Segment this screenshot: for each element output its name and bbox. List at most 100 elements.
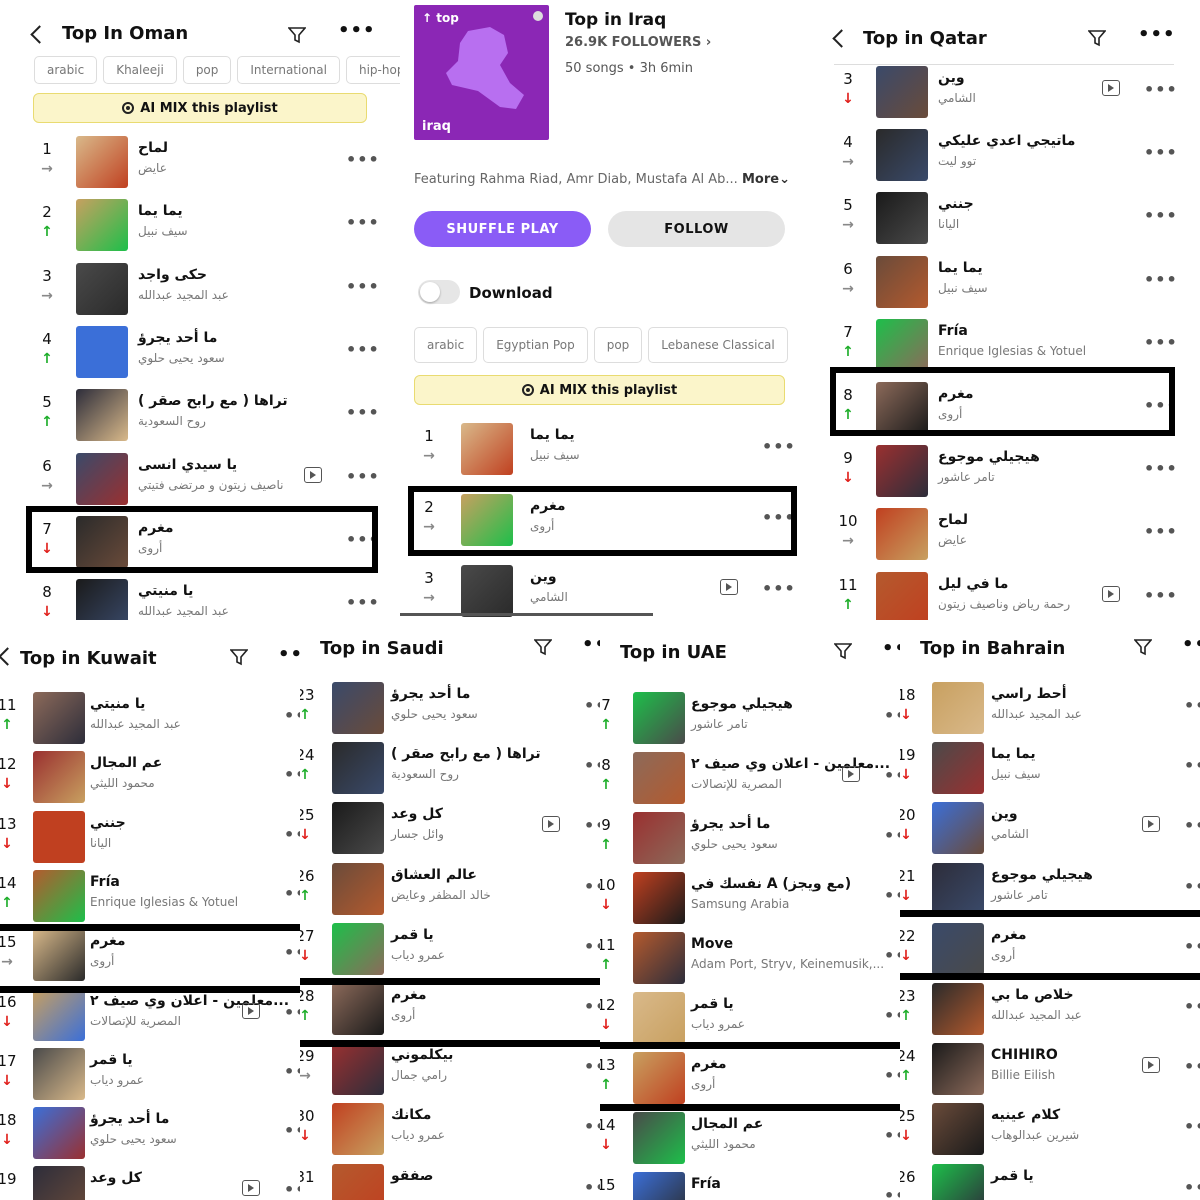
track-more-icon[interactable]: ••• [346,277,380,296]
album-art[interactable] [76,136,128,188]
track-more-icon[interactable]: ••• [1184,1178,1200,1197]
track-more-icon[interactable]: ••• [1184,756,1200,775]
track-more-icon[interactable]: ••• [284,1180,300,1199]
video-icon[interactable] [542,816,560,833]
track-more-icon[interactable]: ••• [346,213,380,232]
track-row[interactable]: 4 ↑ ما أحد يجرؤ سعود يحيى حلوي ••• [0,322,400,382]
track-more-icon[interactable]: ••• [346,467,380,486]
video-icon[interactable] [720,579,738,595]
scroll-indicator[interactable] [400,613,653,616]
album-art[interactable] [33,1107,85,1160]
album-art[interactable] [932,682,984,734]
more-icon[interactable]: ••• [1182,636,1200,654]
track-row[interactable]: 11 ↑ ما في ليل رحمة رياض وناصيف زيتون ••• [800,568,1200,620]
video-icon[interactable] [1102,80,1120,96]
track-more-icon[interactable]: ••• [1184,696,1200,715]
tag[interactable]: pop [593,327,643,363]
album-art[interactable] [932,862,984,915]
track-row[interactable]: 13 ↑ مغرم أروى ••• [600,1048,900,1108]
video-icon[interactable] [842,766,860,782]
tag[interactable]: pop [182,56,232,84]
track-row[interactable]: 12 ↓ عم المجال محمود الليثي ••• [0,747,300,807]
track-more-icon[interactable]: ••• [884,766,900,785]
track-row[interactable]: 3 → حكى واجد عبد المجيد عبدالله ••• [0,259,400,319]
album-art[interactable] [461,423,513,475]
more-icon[interactable]: ••• [278,646,300,664]
track-row[interactable]: 16 ↓ معلمين - اعلان وي صيف ٢... المصرية للإ… [0,985,300,1045]
ai-mix-button[interactable]: AI MIX this playlist [414,375,785,405]
album-art[interactable] [33,1166,85,1200]
track-more-icon[interactable]: ••• [284,706,300,725]
filter-icon[interactable] [288,26,306,44]
album-art[interactable] [633,932,685,984]
track-row[interactable]: 29 → بيكلموني رامي جمال ••• [300,1039,600,1099]
track-more-icon[interactable]: ••• [346,403,380,422]
album-art[interactable] [76,579,128,620]
video-icon[interactable] [242,1002,260,1019]
album-art[interactable] [633,1052,685,1104]
more-icon[interactable]: ••• [882,640,900,658]
track-row[interactable]: 31 صفقو ••• [300,1160,600,1200]
track-more-icon[interactable]: ••• [584,756,600,775]
track-row[interactable]: 5 → جنني اليانا ••• [800,188,1200,248]
album-art[interactable] [932,983,984,1035]
track-row[interactable]: 15 Fría ••• [600,1168,900,1200]
album-art[interactable] [33,1047,85,1100]
track-row[interactable]: 5 ↑ تراها ( مع رابح صقر ) روح السعودية ••• [0,385,400,445]
album-art[interactable] [332,742,384,795]
album-art[interactable] [876,571,928,620]
track-more-icon[interactable]: ••• [884,1006,900,1025]
track-row[interactable]: 1 → يما يما سيف نبيل ••• [400,419,800,479]
track-row[interactable]: 19 كل وعد ••• [0,1162,300,1200]
album-art[interactable] [332,862,384,915]
track-row[interactable]: 8 ↑ معلمين - اعلان وي صيف ٢... المصرية للإت… [600,748,900,808]
track-more-icon[interactable]: ••• [762,579,796,598]
album-art[interactable] [332,1163,384,1200]
tag[interactable]: arabic [414,327,478,363]
track-row[interactable]: 2 ↑ يما يما سيف نبيل ••• [0,195,400,255]
album-art[interactable] [876,508,928,561]
album-art[interactable] [932,1103,984,1156]
track-more-icon[interactable]: ••• [884,886,900,905]
album-art[interactable] [633,1172,685,1200]
video-icon[interactable] [304,466,322,483]
track-more-icon[interactable]: ••• [1184,937,1200,956]
track-row[interactable]: 18 ↓ أحط راسي عبد المجيد عبدالله ••• [900,678,1200,738]
album-art[interactable] [76,262,128,315]
album-art[interactable] [633,752,685,804]
album-art[interactable] [633,1112,685,1164]
album-art[interactable] [932,1163,984,1200]
track-row[interactable]: 20 ↓ وين الشامي ••• [900,798,1200,858]
shuffle-play-button[interactable]: SHUFFLE PLAY [414,211,591,247]
tag[interactable]: Khaleeji [103,56,177,84]
track-more-icon[interactable]: ••• [884,706,900,725]
filter-icon[interactable] [1134,638,1152,656]
album-art[interactable] [633,812,685,864]
album-art[interactable] [876,192,928,245]
track-row[interactable]: 30 ↓ مكانك عمرو دياب ••• [300,1099,600,1159]
track-row[interactable]: 9 ↑ ما أحد يجرؤ سعود يحيى حلوي ••• [600,808,900,868]
track-row[interactable]: 11 ↑ Move Adam Port, Stryv, Keinemusik,... •… [600,928,900,988]
track-row[interactable]: 10 ↓ نفسك في A (مع ويجز) Samsung Arabia ••• [600,868,900,928]
album-art[interactable] [33,810,85,863]
back-icon[interactable] [828,24,854,52]
track-row[interactable]: 1 → لماح عايض ••• [0,132,400,192]
track-more-icon[interactable]: ••• [1144,270,1178,289]
track-more-icon[interactable]: ••• [884,1066,900,1085]
follow-button[interactable]: FOLLOW [608,211,785,247]
track-more-icon[interactable]: ••• [284,1003,300,1022]
track-row[interactable]: 26 يا قمر ••• [900,1160,1200,1200]
ai-mix-button[interactable]: AI MIX this playlist [33,93,367,123]
track-more-icon[interactable]: ••• [884,946,900,965]
track-more-icon[interactable]: ••• [1184,1117,1200,1136]
tag[interactable]: arabic [34,56,98,84]
album-art[interactable] [932,922,984,975]
track-more-icon[interactable]: ••• [584,1117,600,1136]
track-more-icon[interactable]: ••• [284,1062,300,1081]
album-art[interactable] [932,802,984,855]
track-more-icon[interactable]: ••• [284,765,300,784]
track-more-icon[interactable]: ••• [584,816,600,835]
tag[interactable]: Egyptian Pop [483,327,588,363]
track-more-icon[interactable]: ••• [346,593,380,612]
video-icon[interactable] [1142,816,1160,833]
